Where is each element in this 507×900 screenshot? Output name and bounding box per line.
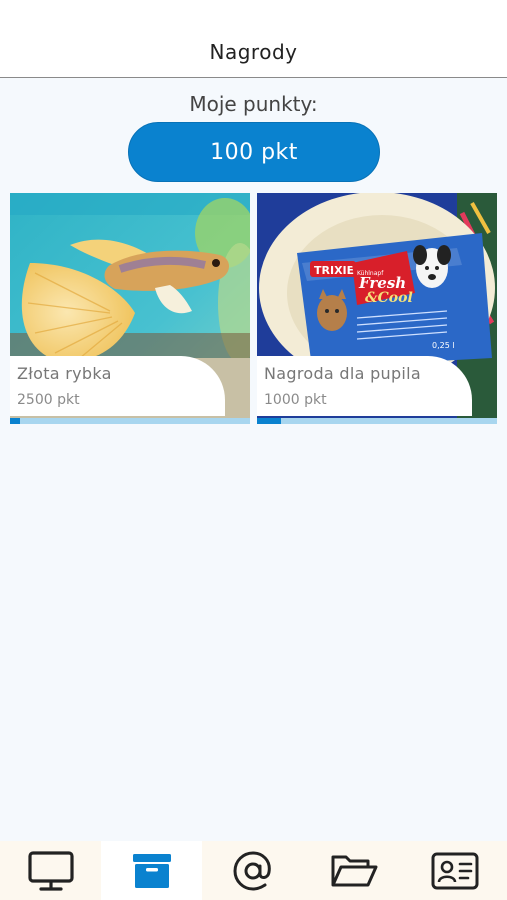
points-label: Moje punkty: xyxy=(189,92,318,116)
product-volume-text: 0,25 l xyxy=(432,341,455,350)
archive-box-icon xyxy=(132,853,171,888)
monitor-icon xyxy=(27,850,74,891)
app-header: Nagrody xyxy=(0,0,507,78)
reward-cost: 1000 pkt xyxy=(264,392,327,408)
page-title: Nagrody xyxy=(209,40,298,64)
reward-progress-fill xyxy=(10,418,20,424)
product-brand-text: TRIXIE xyxy=(314,264,354,277)
nav-item-profile[interactable] xyxy=(404,841,505,900)
reward-card-goldfish[interactable]: Złota rybka 2500 pkt xyxy=(10,193,250,424)
reward-cost: 2500 pkt xyxy=(17,392,80,408)
folder-open-icon xyxy=(331,855,377,886)
at-sign-icon xyxy=(232,850,271,891)
bottom-navigation xyxy=(0,841,507,900)
reward-name: Złota rybka xyxy=(17,364,112,383)
product-line2-text: &Cool xyxy=(365,290,413,306)
nav-item-rewards[interactable] xyxy=(101,841,202,900)
reward-info: Złota rybka 2500 pkt xyxy=(10,356,225,416)
points-badge[interactable]: 100 pkt xyxy=(128,122,380,182)
nav-item-monitor[interactable] xyxy=(0,841,101,900)
reward-name: Nagroda dla pupila xyxy=(264,364,422,383)
nav-item-documents[interactable] xyxy=(303,841,404,900)
reward-info: Nagroda dla pupila 1000 pkt xyxy=(257,356,472,416)
reward-progress-bar xyxy=(10,418,250,424)
nav-item-contact[interactable] xyxy=(202,841,303,900)
reward-progress-bar xyxy=(257,418,497,424)
reward-card-pet[interactable]: TRIXIE Kühlnapf Fresh &Cool 0,25 l Nagro… xyxy=(257,193,497,424)
contact-card-icon xyxy=(431,852,478,889)
reward-progress-fill xyxy=(257,418,281,424)
